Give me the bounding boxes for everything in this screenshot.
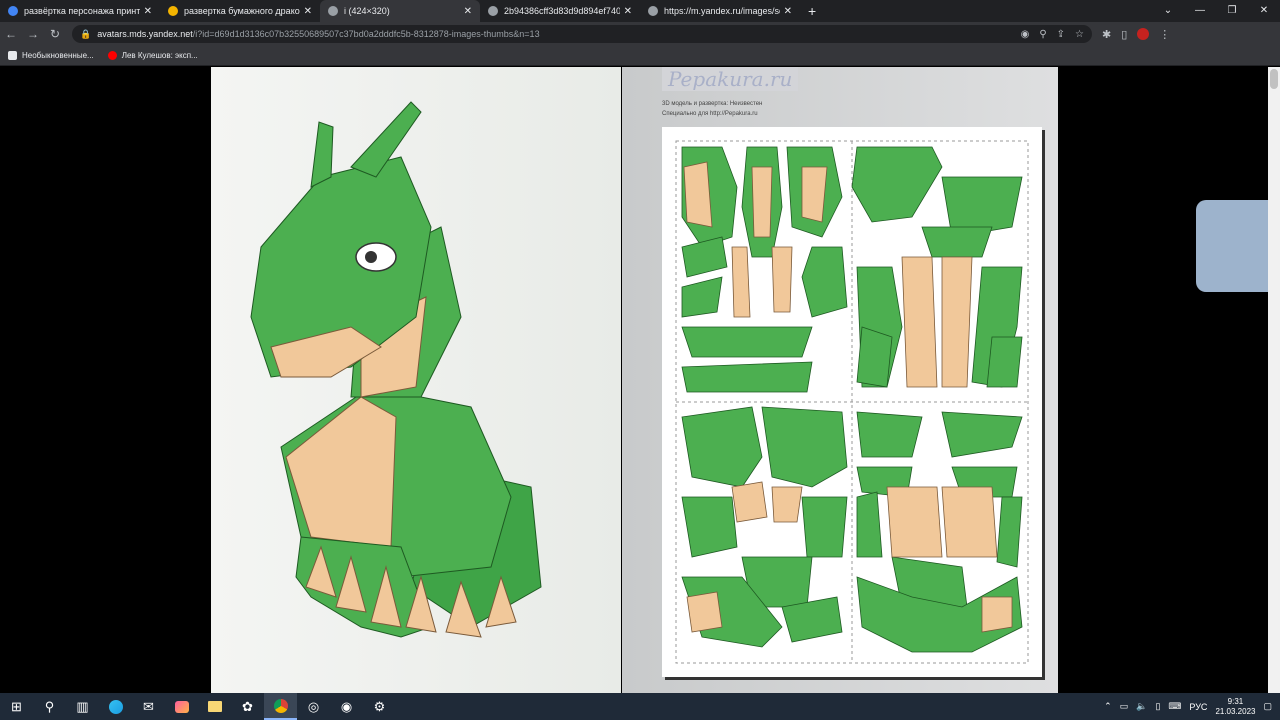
scrollbar-thumb[interactable] [1270,69,1278,89]
sheet-subtitle: Специально для http://Pepakura.ru [662,111,758,117]
mail-icon[interactable]: ✉ [132,693,165,720]
network-icon[interactable]: ▭ [1120,701,1129,712]
bookmark-label: Лев Кулешов: эксп... [121,51,198,60]
profile-avatar[interactable] [1137,28,1150,40]
settings-icon[interactable]: ⚙ [363,693,396,720]
reload-icon[interactable]: ↻ [44,27,66,41]
browser-tab[interactable]: https://m.yandex.ru/images/sear ✕ [640,0,800,22]
photos-icon[interactable] [165,693,198,720]
tab-close-icon[interactable]: ✕ [784,6,792,17]
tab-title: развертка бумажного дракона [184,6,300,16]
clock-date: 21.03.2023 [1215,706,1256,716]
pattern-sheet [662,127,1042,677]
browser-tab[interactable]: развёртка персонажа принтер ✕ [0,0,160,22]
page-content: Pepakura.ru 3D модель и развертка: Неизв… [0,67,1280,693]
browser-tab[interactable]: 2b94386cff3d83d9d894ef74095 ✕ [480,0,640,22]
clock[interactable]: 9:31 21.03.2023 [1215,697,1255,717]
side-panel-icon[interactable]: ▯ [1121,28,1127,41]
chrome-icon[interactable] [264,693,297,720]
bookmarks-bar: Необыкновенные... Лев Кулешов: эксп... [0,46,1280,66]
tab-favicon-icon [168,6,178,16]
tab-close-icon[interactable]: ✕ [304,6,312,17]
page-scrollbar[interactable] [1268,67,1280,693]
tab-favicon-icon [648,6,658,16]
address-path: /i?id=d69d1d3136c07b32550689507c37bd0a2d… [192,29,540,39]
address-bar[interactable]: 🔒 avatars.mds.yandex.net /i?id=d69d1d313… [72,25,1092,43]
battery-icon[interactable]: ▯ [1155,701,1160,712]
browser-tab[interactable]: i (424×320) ✕ [320,0,480,22]
bookmark-label: Необыкновенные... [22,51,94,60]
address-host: avatars.mds.yandex.net [97,29,193,39]
tray-chevron-icon[interactable]: ⌃ [1104,701,1112,712]
keyboard-icon[interactable]: ⌨ [1168,701,1181,712]
papercraft-sheet-image: Pepakura.ru 3D модель и развертка: Неизв… [622,67,1058,693]
menu-icon[interactable]: ⋮ [1159,28,1170,41]
notifications-icon[interactable]: ▢ [1263,701,1272,712]
window-controls: ⌄ — ❐ ✕ [1152,0,1280,22]
language-indicator[interactable]: РУС [1189,702,1207,712]
google-lens-icon[interactable]: ◉ [1021,29,1030,40]
tab-strip: развёртка персонажа принтер ✕ развертка бу… [0,0,1280,22]
task-view-icon[interactable]: ▥ [66,693,99,720]
tab-search-icon[interactable]: ⌄ [1152,0,1184,22]
media-app-icon[interactable]: ◉ [330,693,363,720]
tab-close-icon[interactable]: ✕ [624,6,632,17]
tab-title: https://m.yandex.ru/images/sear [664,6,780,16]
file-explorer-icon[interactable] [198,693,231,720]
bookmark-icon [8,51,17,60]
search-icon[interactable]: ⚲ [33,693,66,720]
dragon-illustration [250,101,542,638]
tab-favicon-icon [8,6,18,16]
pattern-pieces [675,140,1029,664]
tab-close-icon[interactable]: ✕ [464,6,472,17]
system-tray: ⌃ ▭ 🔈 ▯ ⌨ РУС 9:31 21.03.2023 ▢ [1104,697,1280,717]
tab-title: развёртка персонажа принтер [24,6,140,16]
tab-close-icon[interactable]: ✕ [144,6,152,17]
recorder-icon[interactable]: ◎ [297,693,330,720]
restore-button[interactable]: ❐ [1216,0,1248,22]
dragon-model-image [211,67,621,693]
browser-tab[interactable]: развертка бумажного дракона ✕ [160,0,320,22]
edge-icon[interactable] [99,693,132,720]
lock-icon[interactable]: 🔒 [80,29,91,40]
windows-start-icon[interactable]: ⊞ [0,693,33,720]
tab-favicon-icon [328,6,338,16]
minimize-button[interactable]: — [1184,0,1216,22]
tab-title: 2b94386cff3d83d9d894ef74095 [504,6,620,16]
close-window-button[interactable]: ✕ [1248,0,1280,22]
zoom-icon[interactable]: ⚲ [1039,29,1046,40]
extensions-icon[interactable]: ✱ [1102,28,1111,41]
bookmark-item[interactable]: Необыкновенные... [8,51,94,60]
youtube-icon [107,51,117,60]
tab-favicon-icon [488,6,498,16]
forward-icon[interactable]: → [22,27,44,41]
tab-title: i (424×320) [344,6,390,16]
bookmark-star-icon[interactable]: ☆ [1075,29,1084,40]
windows-taskbar: ⊞ ⚲ ▥ ✉ ✿ ◎ ◉ ⚙ ⌃ ▭ 🔈 ▯ ⌨ РУС 9:31 21.03… [0,693,1280,720]
volume-icon[interactable]: 🔈 [1136,701,1147,712]
pepakura-logo: Pepakura.ru [662,67,799,91]
clock-time: 9:31 [1227,696,1244,706]
back-icon[interactable]: ← [0,27,22,41]
sheet-subtitle: 3D модель и развертка: Неизвестен [662,101,763,107]
bookmark-item[interactable]: Лев Кулешов: эксп... [107,51,198,60]
share-icon[interactable]: ⇪ [1057,29,1065,40]
app-icon[interactable]: ✿ [231,693,264,720]
new-tab-button[interactable]: + [800,0,824,22]
browser-toolbar: ← → ↻ 🔒 avatars.mds.yandex.net /i?id=d69… [0,22,1280,46]
